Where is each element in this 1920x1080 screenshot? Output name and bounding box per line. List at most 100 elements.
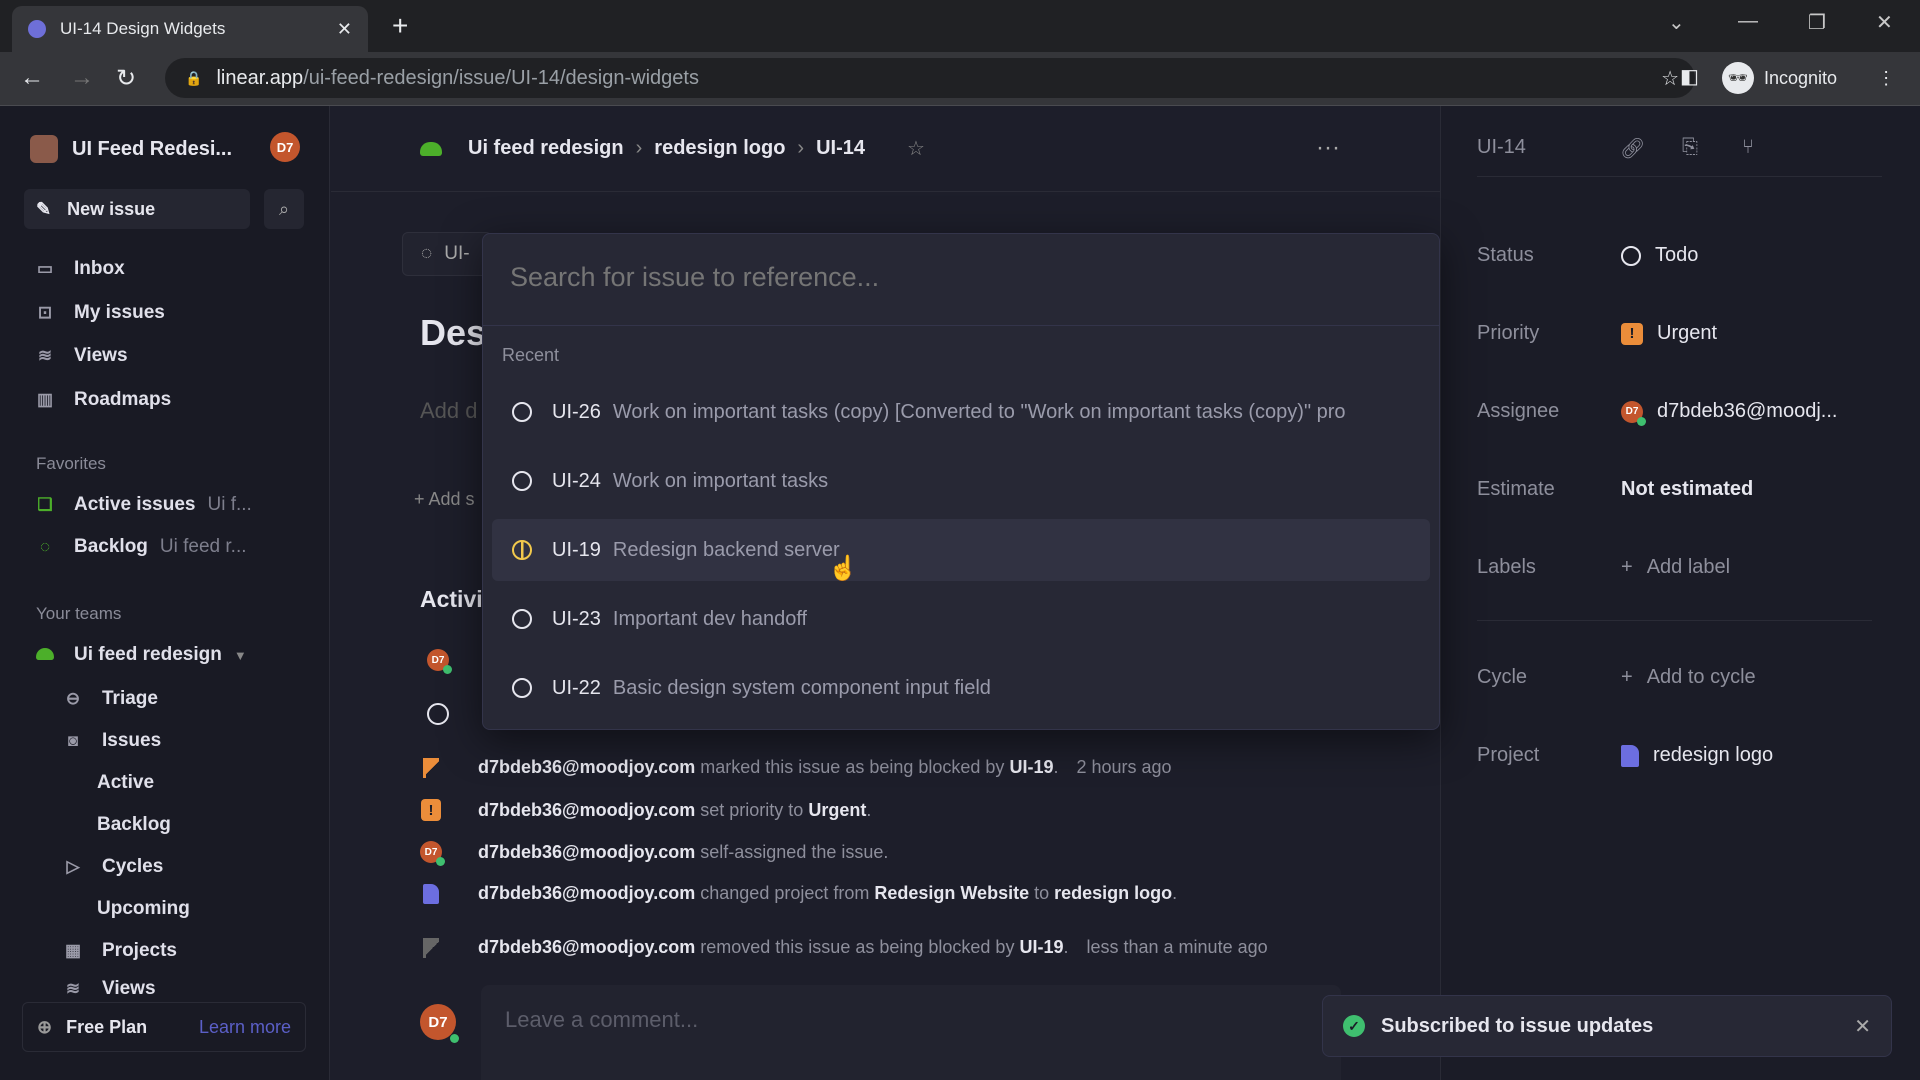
issue-option-highlighted[interactable]: UI-19 Redesign backend server — [492, 519, 1430, 581]
team-item-projects[interactable]: ▦ Projects — [62, 936, 177, 966]
sidebar-item-my-issues[interactable]: ⊡ My issues — [34, 298, 165, 328]
favorite-active-issues[interactable]: ❑ Active issues Ui f... — [34, 490, 251, 520]
close-tab-icon[interactable]: ✕ — [337, 19, 352, 40]
team-item-active[interactable]: Active — [97, 768, 154, 798]
activity-item: d7bdeb36@moodjoy.com changed project fro… — [420, 883, 1177, 904]
issue-option-id: UI-19 — [552, 538, 601, 561]
forward-icon[interactable]: → — [70, 64, 94, 92]
team-item-views[interactable]: ≋ Views — [62, 978, 156, 1000]
assignee-select[interactable]: D7 d7bdeb36@moodj... — [1621, 400, 1837, 426]
close-toast-icon[interactable]: ✕ — [1854, 1014, 1871, 1039]
team-item-triage[interactable]: ⊖ Triage — [62, 684, 158, 714]
git-branch-icon[interactable]: ⑂ — [1742, 136, 1754, 159]
tab-search-icon[interactable]: ⌄ — [1668, 10, 1685, 35]
activity-user[interactable]: d7bdeb36@moodjoy.com — [478, 842, 695, 863]
blocked-flag-icon — [423, 757, 439, 778]
issue-option-title: Work on important tasks (copy) [Converte… — [612, 400, 1346, 423]
sub-label: Ui feed r... — [159, 536, 247, 557]
activity-user[interactable]: d7bdeb36@moodjoy.com — [478, 937, 695, 958]
my-issues-icon: ⊡ — [37, 303, 53, 322]
issues-icon: ◙ — [67, 731, 79, 750]
new-tab-icon[interactable]: + — [392, 10, 408, 42]
activity-heading: Activi — [420, 586, 483, 612]
restore-icon[interactable]: ❐ — [1808, 10, 1826, 35]
copy-link-icon[interactable]: 🔗︎ — [1620, 136, 1645, 161]
activity-ref[interactable]: redesign logo — [1054, 883, 1172, 904]
breadcrumb: Ui feed redesign › redesign logo › UI-14… — [420, 136, 925, 161]
plus-icon: + — [1621, 666, 1633, 688]
activity-ref[interactable]: UI-19 — [1019, 937, 1063, 958]
issue-option[interactable]: UI-24 Work on important tasks — [492, 450, 1430, 512]
chevron-right-icon: › — [797, 137, 805, 159]
label: Inbox — [74, 258, 125, 279]
back-icon[interactable]: ← — [20, 64, 44, 92]
activity-user[interactable]: d7bdeb36@moodjoy.com — [478, 800, 695, 821]
activity-ref[interactable]: Redesign Website — [874, 883, 1029, 904]
learn-more-link[interactable]: Learn more — [199, 1017, 291, 1038]
issue-option[interactable]: UI-23 Important dev handoff — [492, 588, 1430, 650]
browser-tab[interactable]: UI-14 Design Widgets ✕ — [12, 6, 368, 52]
add-label-button[interactable]: + Add label — [1621, 556, 1730, 579]
workspace-switcher[interactable]: UI Feed Redesi... — [30, 135, 232, 163]
activity-avatar: D7 — [427, 649, 452, 674]
hand-cursor-icon: ☝ — [828, 555, 858, 582]
menu-icon[interactable]: ⋮ — [1877, 68, 1895, 89]
divider — [1477, 176, 1882, 177]
team-item-issues[interactable]: ◙ Issues — [62, 726, 161, 756]
side-panel-icon[interactable]: ◧ — [1680, 64, 1699, 89]
team-item-cycles[interactable]: ▷ Cycles — [62, 852, 163, 882]
activity-text: removed this issue as being blocked by — [700, 937, 1015, 957]
description-placeholder[interactable]: Add d — [420, 398, 478, 424]
issue-option[interactable]: UI-26 Work on important tasks (copy) [Con… — [492, 381, 1430, 443]
breadcrumb-issue[interactable]: UI-14 — [816, 137, 865, 160]
reload-icon[interactable]: ↻ — [116, 64, 136, 93]
issue-search-input[interactable] — [510, 262, 1390, 293]
sidebar-item-inbox[interactable]: ▭ Inbox — [34, 254, 125, 284]
add-to-cycle-button[interactable]: + Add to cycle — [1621, 666, 1756, 689]
activity-text: to — [1034, 883, 1050, 903]
estimate-select[interactable]: Not estimated — [1621, 478, 1753, 501]
issue-option[interactable]: UI-22 Basic design system component input… — [492, 657, 1430, 719]
minimize-icon[interactable]: — — [1738, 10, 1758, 33]
search-icon: ⌕ — [278, 198, 290, 219]
backlog-status-icon: ◌ — [421, 243, 433, 264]
more-options-icon[interactable]: ··· — [1316, 134, 1340, 162]
todo-status-icon — [512, 609, 532, 629]
breadcrumb-team[interactable]: Ui feed redesign — [468, 137, 624, 160]
activity-user[interactable]: d7bdeb36@moodjoy.com — [478, 757, 695, 778]
activity-item: ! d7bdeb36@moodjoy.com set priority to U… — [420, 799, 871, 821]
project-select[interactable]: redesign logo — [1621, 744, 1773, 767]
activity-ref[interactable]: UI-19 — [1009, 757, 1053, 778]
comment-input[interactable]: Leave a comment... — [481, 985, 1341, 1080]
bookmark-star-icon[interactable]: ☆ — [1661, 66, 1679, 91]
priority-select[interactable]: ! Urgent — [1621, 322, 1717, 345]
sidebar-item-roadmaps[interactable]: ▥ Roadmaps — [34, 385, 171, 415]
favorite-star-icon[interactable]: ☆ — [907, 136, 925, 161]
user-avatar[interactable]: D7 — [270, 132, 300, 162]
url-field[interactable]: 🔒 linear.app/ui-feed-redesign/issue/UI-1… — [165, 58, 1695, 98]
activity-text: self-assigned the issue. — [700, 841, 889, 862]
team-ui-feed-redesign[interactable]: Ui feed redesign ▼ — [34, 640, 247, 670]
label: Backlog — [74, 536, 148, 557]
new-issue-button[interactable]: ✎ New issue — [24, 189, 250, 229]
breadcrumb-project[interactable]: redesign logo — [654, 137, 785, 160]
issue-title[interactable]: Des — [420, 312, 486, 354]
profile-button[interactable]: 🕶 Incognito ⋮ — [1722, 58, 1895, 98]
favorite-backlog[interactable]: ◌ Backlog Ui feed r... — [34, 532, 247, 562]
todo-status-icon — [512, 471, 532, 491]
issue-chip[interactable]: ◌ UI- — [402, 232, 492, 276]
team-item-backlog[interactable]: Backlog — [97, 810, 171, 840]
status-select[interactable]: Todo — [1621, 244, 1698, 267]
copy-id-icon[interactable]: ⎘ — [1682, 136, 1698, 159]
activity-user[interactable]: d7bdeb36@moodjoy.com — [478, 883, 695, 904]
triage-icon: ⊖ — [65, 689, 81, 708]
status-value: Todo — [1655, 244, 1699, 266]
close-window-icon[interactable]: ✕ — [1876, 10, 1893, 35]
search-button[interactable]: ⌕ — [264, 189, 304, 229]
layers-icon: ≋ — [65, 979, 81, 998]
sidebar-item-views[interactable]: ≋ Views — [34, 341, 128, 371]
add-sub-issue-button[interactable]: + Add s — [414, 489, 475, 510]
todo-status-icon — [1621, 245, 1641, 266]
issue-option-title: Important dev handoff — [612, 607, 808, 630]
team-item-upcoming[interactable]: Upcoming — [97, 894, 190, 924]
